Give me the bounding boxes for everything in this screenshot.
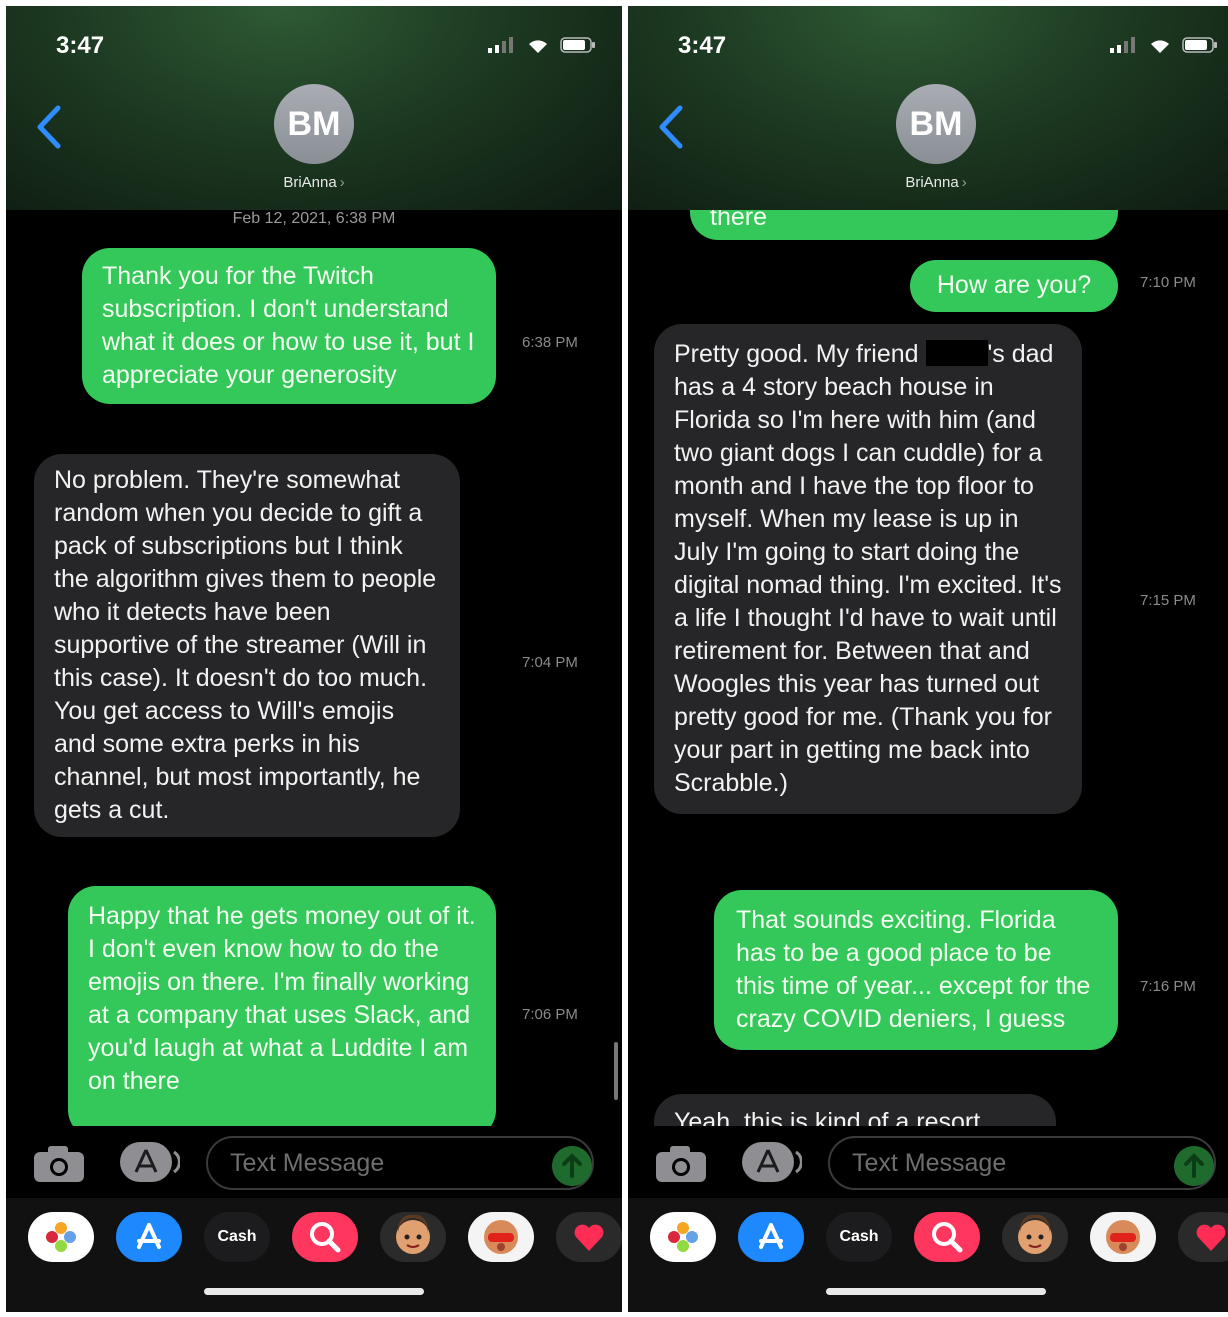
contact-name-text: BriAnna: [283, 174, 337, 191]
battery-icon: [560, 37, 595, 53]
sent-message[interactable]: Happy that he gets money out of it. I do…: [68, 886, 496, 1126]
contact-name[interactable]: BriAnna ›: [628, 174, 1228, 191]
contact-avatar[interactable]: BM: [274, 84, 354, 164]
memoji-icon[interactable]: [380, 1212, 446, 1262]
received-message-cut-off[interactable]: Yeah, this is kind of a resort: [654, 1094, 1056, 1126]
status-icons: [488, 36, 596, 54]
scroll-indicator[interactable]: [614, 1042, 618, 1100]
redacted-name: [925, 340, 988, 366]
conversation-date: Feb 12, 2021, 6:38 PM: [232, 210, 396, 227]
left-screenshot: 3:47 BM BriAnna › Feb 12, 2021, 6:38 PM T…: [6, 6, 622, 1312]
status-time: 3:47: [678, 32, 727, 59]
conversation-header: 3:47 BM BriAnna ›: [6, 6, 622, 210]
search-images-icon[interactable]: [292, 1212, 358, 1262]
status-icons: [1110, 36, 1218, 54]
text-message-placeholder: Text Message: [852, 1149, 1007, 1177]
send-arrow-icon[interactable]: [552, 1146, 592, 1186]
text-message-placeholder: Text Message: [230, 1149, 385, 1177]
battery-icon: [1182, 37, 1217, 53]
camera-icon[interactable]: [654, 1144, 708, 1184]
text-message-input[interactable]: Text Message: [828, 1136, 1216, 1190]
message-text-part: 's dad has a 4 story beach house in Flor…: [674, 340, 1062, 797]
signal-icon: [1110, 37, 1135, 53]
home-indicator[interactable]: [826, 1288, 1046, 1295]
contact-avatar[interactable]: BM: [896, 84, 976, 164]
apple-cash-label: Cash: [839, 1228, 879, 1245]
chevron-right-icon: ›: [961, 174, 967, 191]
animoji-icon[interactable]: [468, 1212, 534, 1262]
message-timestamp: 7:10 PM: [1140, 274, 1196, 291]
contact-name[interactable]: BriAnna ›: [6, 174, 622, 191]
apple-cash-icon[interactable]: Cash: [204, 1212, 270, 1262]
status-time: 3:47: [56, 32, 105, 59]
sent-message-cut-off[interactable]: there: [690, 210, 1118, 240]
message-timestamp: 7:15 PM: [1140, 592, 1196, 609]
sent-message[interactable]: That sounds exciting. Florida has to be …: [714, 890, 1118, 1050]
animoji-icon[interactable]: [1090, 1212, 1156, 1262]
contact-name-text: BriAnna: [905, 174, 959, 191]
app-drawer: Cash: [628, 1198, 1228, 1312]
right-screenshot: 3:47 BM BriAnna › there How are you? 7:10…: [628, 6, 1228, 1312]
back-chevron-icon[interactable]: [30, 102, 70, 152]
input-bar: Text Message: [628, 1126, 1228, 1198]
conversation-header: 3:47 BM BriAnna ›: [628, 6, 1228, 210]
photos-icon[interactable]: [650, 1212, 716, 1262]
message-timestamp: 7:16 PM: [1140, 978, 1196, 995]
signal-icon: [488, 37, 513, 53]
text-message-input[interactable]: Text Message: [206, 1136, 594, 1190]
received-message[interactable]: Pretty good. My friend 's dad has a 4 st…: [654, 324, 1082, 814]
sent-message[interactable]: How are you?: [910, 260, 1118, 312]
app-drawer: Cash: [6, 1198, 622, 1312]
message-list[interactable]: there How are you? 7:10 PM Pretty good. …: [628, 210, 1228, 1126]
message-list[interactable]: Feb 12, 2021, 6:38 PM Thank you for the …: [6, 210, 622, 1126]
apple-cash-label: Cash: [217, 1228, 257, 1245]
digital-touch-icon[interactable]: [556, 1212, 622, 1262]
camera-icon[interactable]: [32, 1144, 86, 1184]
apple-cash-icon[interactable]: Cash: [826, 1212, 892, 1262]
home-indicator[interactable]: [204, 1288, 424, 1295]
digital-touch-icon[interactable]: [1178, 1212, 1228, 1262]
send-arrow-icon[interactable]: [1174, 1146, 1214, 1186]
message-timestamp: 6:38 PM: [522, 334, 578, 351]
wifi-icon: [529, 40, 547, 53]
photos-icon[interactable]: [28, 1212, 94, 1262]
app-store-button-icon[interactable]: [740, 1140, 802, 1184]
search-images-icon[interactable]: [914, 1212, 980, 1262]
memoji-icon[interactable]: [1002, 1212, 1068, 1262]
message-timestamp: 7:04 PM: [522, 654, 578, 671]
wifi-icon: [1151, 40, 1169, 53]
sent-message[interactable]: Thank you for the Twitch subscription. I…: [82, 248, 496, 404]
input-bar: Text Message: [6, 1126, 622, 1198]
chevron-right-icon: ›: [339, 174, 345, 191]
app-store-icon[interactable]: [116, 1212, 182, 1262]
app-store-button-icon[interactable]: [118, 1140, 180, 1184]
received-message[interactable]: No problem. They're somewhat random when…: [34, 454, 460, 837]
message-timestamp: 7:06 PM: [522, 1006, 578, 1023]
app-store-icon[interactable]: [738, 1212, 804, 1262]
back-chevron-icon[interactable]: [652, 102, 692, 152]
message-text-part: Pretty good. My friend: [674, 340, 926, 368]
